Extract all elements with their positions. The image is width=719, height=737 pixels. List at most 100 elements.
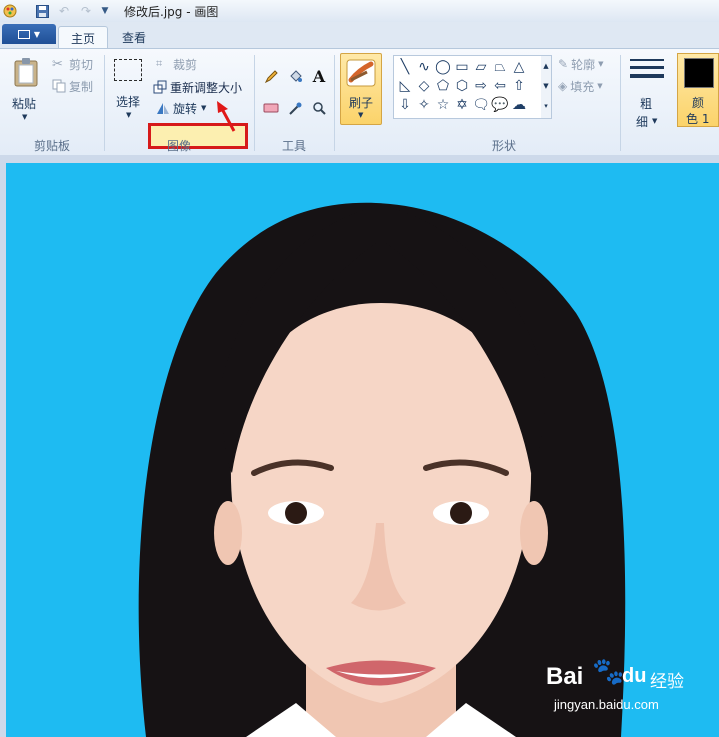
crop-button[interactable]: ⌗ 裁剪: [156, 55, 197, 73]
rect-callout-shape-icon[interactable]: 🗨: [472, 96, 490, 114]
size-label-bottom: 细: [636, 115, 649, 129]
hexagon-shape-icon[interactable]: ⬡: [453, 77, 471, 95]
color1-button[interactable]: 颜 色 1: [677, 53, 719, 127]
crop-icon: ⌗: [156, 57, 163, 70]
copy-label: 复制: [69, 79, 94, 94]
watermark-url: jingyan.baidu.com: [554, 697, 659, 712]
rotate-button[interactable]: 旋转 ▼: [156, 99, 206, 117]
portrait-photo: [138, 202, 626, 737]
fill-bucket-icon[interactable]: [286, 67, 304, 85]
chevron-down-icon: ▼: [652, 117, 658, 125]
image-canvas[interactable]: Bai 🐾 du 经验 jingyan.baidu.com: [6, 163, 719, 737]
watermark-brand-bai: Bai: [546, 663, 584, 690]
chevron-down-icon: ▼: [126, 111, 132, 119]
paint-menu-button[interactable]: ▼: [2, 24, 56, 44]
shapes-gallery[interactable]: ╲ ∿ ◯ ▭ ▱ ⏢ △ ◺ ◇ ⬠ ⬡ ⇨ ⇦ ⇧ ⇩ ✧ ☆ ✡ 🗨 💬 …: [393, 55, 543, 119]
color-picker-icon[interactable]: [286, 99, 304, 117]
redo-icon[interactable]: ↷: [78, 3, 94, 19]
undo-icon[interactable]: ↶: [56, 3, 72, 19]
ribbon: 粘贴 ▼ ✂ 剪切 复制 剪贴板 选择 ▼ ⌗ 裁剪 重新调整大小 旋转 ▼ 图…: [0, 48, 719, 156]
line-width-icon: [630, 59, 664, 78]
copy-button[interactable]: 复制: [52, 77, 93, 95]
fill-label: 填充: [570, 79, 595, 94]
clipboard-icon: [14, 58, 38, 87]
shapes-scroll[interactable]: ▲ ▼ ▾: [541, 55, 552, 119]
left-arrow-shape-icon[interactable]: ⇦: [491, 77, 509, 95]
chevron-down-icon: ▼: [22, 113, 28, 121]
save-icon[interactable]: [34, 3, 50, 19]
canvas-area[interactable]: Bai 🐾 du 经验 jingyan.baidu.com: [0, 155, 719, 737]
selection-rect-icon: [114, 59, 142, 81]
oval-callout-shape-icon[interactable]: 💬: [491, 96, 509, 114]
polygon-shape-icon[interactable]: ⏢: [491, 58, 509, 76]
app-icon[interactable]: [2, 3, 18, 19]
color1-label-top: 颜: [692, 96, 705, 110]
paste-button[interactable]: 粘贴 ▼: [8, 55, 44, 125]
customize-quick-access-icon[interactable]: ▼: [98, 3, 112, 19]
right-arrow-shape-icon[interactable]: ⇨: [472, 77, 490, 95]
title-bar: ↶ ↷ ▼ 修改后.jpg - 画图: [0, 0, 719, 23]
baidu-watermark: Bai 🐾 du 经验 jingyan.baidu.com: [546, 653, 716, 723]
chevron-down-icon: ▼: [598, 60, 604, 68]
six-point-star-shape-icon[interactable]: ✡: [453, 96, 471, 114]
rounded-rectangle-shape-icon[interactable]: ▱: [472, 58, 490, 76]
brushes-label: 刷子: [349, 96, 374, 110]
cloud-callout-shape-icon[interactable]: ☁: [510, 96, 528, 114]
eraser-icon[interactable]: [262, 99, 280, 117]
clipboard-group-label: 剪贴板: [33, 139, 70, 153]
chevron-down-icon: ▼: [597, 82, 603, 90]
crop-label: 裁剪: [173, 57, 198, 72]
brushes-button[interactable]: 刷子 ▼: [340, 53, 382, 125]
rectangle-shape-icon[interactable]: ▭: [453, 58, 471, 76]
color1-label-bottom: 色 1: [686, 112, 710, 126]
color1-swatch: [684, 58, 714, 88]
four-point-star-shape-icon[interactable]: ✧: [415, 96, 433, 114]
resize-label: 重新调整大小: [170, 80, 243, 95]
size-button[interactable]: 粗 细 ▼: [626, 55, 668, 131]
diamond-shape-icon[interactable]: ◇: [415, 77, 433, 95]
pencil-icon[interactable]: [262, 67, 280, 85]
outline-label: 轮廓: [571, 57, 596, 72]
triangle-shape-icon[interactable]: △: [510, 58, 528, 76]
curve-shape-icon[interactable]: ∿: [415, 58, 433, 76]
resize-button[interactable]: 重新调整大小: [153, 78, 242, 96]
magnifier-icon[interactable]: [310, 99, 328, 117]
tab-home[interactable]: 主页: [58, 26, 108, 49]
five-point-star-shape-icon[interactable]: ☆: [434, 96, 452, 114]
fill-icon: ◈: [558, 79, 568, 93]
right-triangle-shape-icon[interactable]: ◺: [396, 77, 414, 95]
up-arrow-shape-icon[interactable]: ⇧: [510, 77, 528, 95]
select-button[interactable]: 选择 ▼: [112, 57, 146, 127]
resize-icon: [153, 80, 167, 94]
watermark-brand-du: du: [622, 665, 647, 687]
oval-shape-icon[interactable]: ◯: [434, 58, 452, 76]
brush-icon: [346, 59, 376, 87]
down-arrow-shape-icon[interactable]: ⇩: [396, 96, 414, 114]
chevron-down-icon: ▼: [33, 29, 41, 39]
paste-label: 粘贴: [12, 97, 37, 111]
watermark-brand-jingyan: 经验: [650, 672, 684, 691]
menu-icon: [17, 29, 30, 39]
tab-view-label: 查看: [121, 30, 146, 45]
chevron-down-icon: ▼: [358, 111, 364, 119]
pentagon-shape-icon[interactable]: ⬠: [434, 77, 452, 95]
fill-button[interactable]: ◈ 填充 ▼: [558, 77, 603, 95]
cut-button[interactable]: ✂ 剪切: [52, 55, 93, 73]
tab-home-label: 主页: [70, 31, 95, 46]
text-tool-icon[interactable]: A: [310, 67, 328, 86]
paw-icon: 🐾: [592, 657, 625, 687]
group-divider: [620, 55, 621, 151]
shapes-group-label: 形状: [491, 139, 516, 153]
scissors-icon: ✂: [52, 56, 63, 72]
outline-button[interactable]: ✎ 轮廓 ▼: [558, 55, 603, 73]
outline-icon: ✎: [558, 57, 569, 71]
group-divider: [334, 55, 335, 151]
window-title: 修改后.jpg - 画图: [124, 5, 219, 19]
tab-view[interactable]: 查看: [110, 26, 158, 48]
chevron-down-icon: ▼: [201, 104, 207, 112]
rotate-label: 旋转: [173, 101, 198, 116]
line-shape-icon[interactable]: ╲: [396, 58, 414, 76]
size-label-top: 粗: [640, 97, 653, 111]
select-label: 选择: [116, 95, 141, 109]
rotate-icon: [157, 103, 169, 114]
